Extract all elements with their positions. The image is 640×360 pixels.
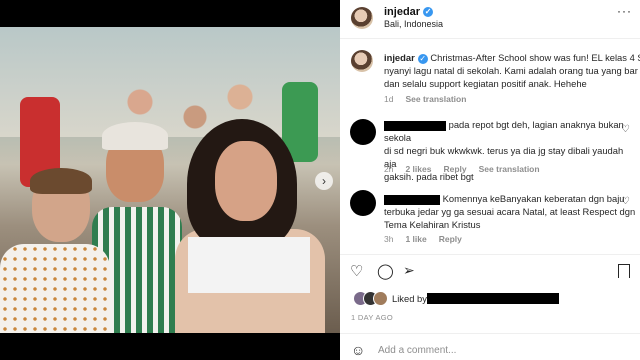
comment-2-meta: 3h 1 like Reply (384, 234, 462, 244)
comment-2: Komennya keBanyakan keberatan dgn baju t… (384, 193, 636, 230)
comment-2-reply[interactable]: Reply (439, 234, 462, 244)
post-timestamp: 1 DAY AGO (351, 313, 394, 322)
comment-1-meta: 2h 2 likes Reply See translation (384, 164, 540, 174)
author-username[interactable]: injedar ✓ (384, 6, 434, 18)
caption-username[interactable]: injedar (384, 52, 415, 63)
comment-1-reply[interactable]: Reply (443, 164, 466, 174)
redacted-username (384, 120, 446, 131)
more-options-icon[interactable]: ··· (617, 4, 632, 18)
caption-author-avatar[interactable] (351, 50, 373, 72)
redacted-username (384, 194, 440, 205)
caption-see-translation[interactable]: See translation (405, 94, 466, 104)
bookmark-icon[interactable] (618, 264, 630, 278)
photo-boy (0, 168, 110, 333)
header-divider (340, 38, 640, 39)
comment-1-likes[interactable]: 2 likes (405, 164, 431, 174)
caption-meta: 1d See translation (384, 94, 467, 104)
post-location[interactable]: Bali, Indonesia (384, 19, 443, 29)
comment-like-icon[interactable]: ♡ (621, 196, 630, 207)
liked-by-redacted (427, 293, 559, 304)
verified-badge-icon: ✓ (423, 7, 434, 18)
comment-like-icon[interactable]: ♡ (621, 124, 630, 135)
liked-by-label: Liked by (392, 293, 427, 304)
photo-woman (175, 119, 325, 333)
censor-block (188, 237, 310, 293)
liker-avatar[interactable] (373, 291, 388, 306)
comment-avatar-redacted[interactable] (350, 119, 376, 145)
comment-1-see-translation[interactable]: See translation (479, 164, 540, 174)
send-icon[interactable]: ➢ (403, 262, 415, 279)
add-comment-input[interactable]: Add a comment... (378, 345, 456, 356)
comment-2-likes[interactable]: 1 like (405, 234, 426, 244)
emoji-icon[interactable]: ☺ (351, 342, 365, 358)
comment-box-divider (340, 333, 640, 334)
comment-icon[interactable]: ◯ (377, 262, 394, 280)
heart-icon[interactable]: ♡ (350, 262, 363, 280)
post-caption: injedar ✓ Christmas-After School show was… (384, 52, 640, 89)
post-side-panel: injedar ✓ Bali, Indonesia ··· injedar ✓ Ch… (340, 0, 640, 360)
author-avatar[interactable] (351, 7, 373, 29)
verified-badge-icon: ✓ (417, 53, 428, 64)
actions-divider (340, 254, 640, 255)
comment-avatar-redacted[interactable] (350, 190, 376, 216)
carousel-next-button[interactable]: › (315, 172, 333, 190)
